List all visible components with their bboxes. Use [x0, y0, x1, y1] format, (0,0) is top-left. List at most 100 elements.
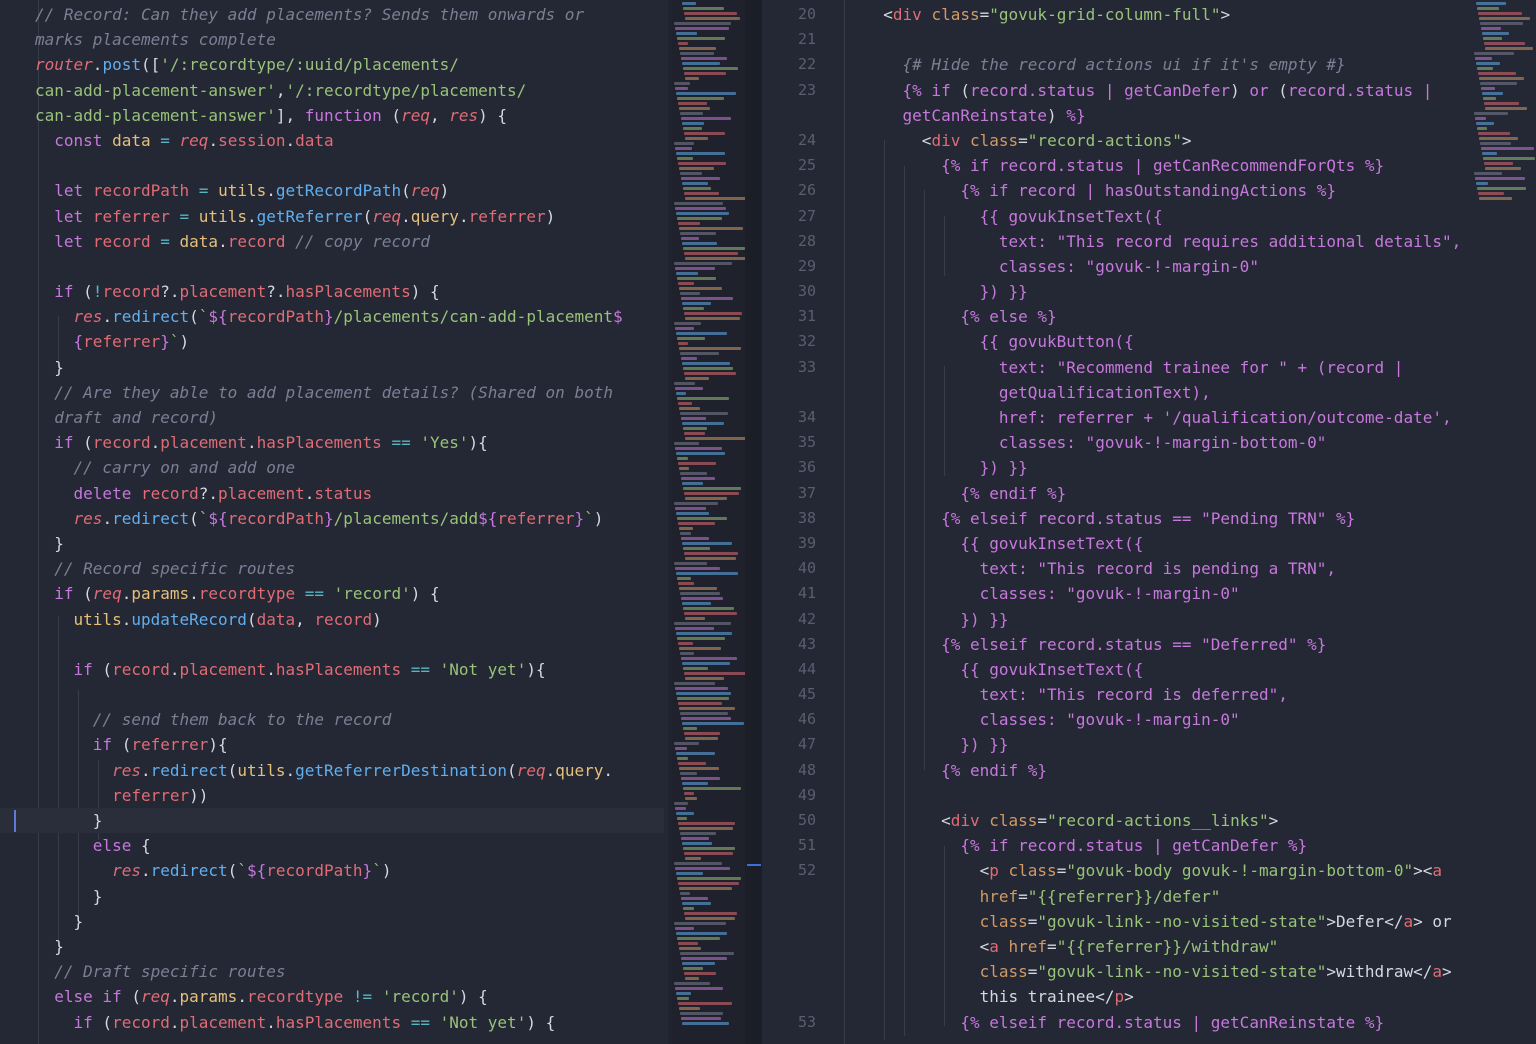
code-line[interactable]: href="{{referrer}}/defer" [762, 884, 1536, 909]
code-line[interactable]: 20 <div class="govuk-grid-column-full"> [762, 2, 1536, 27]
code-line[interactable]: 39 {{ govukInsetText({ [762, 531, 1536, 556]
code-line[interactable]: 33 text: "Recommend trainee for " + (rec… [762, 355, 1536, 380]
code-line[interactable] [0, 632, 668, 657]
minimap-line [1484, 42, 1525, 45]
minimap-line [685, 977, 699, 980]
code-line[interactable]: 45 text: "This record is deferred", [762, 682, 1536, 707]
code-line[interactable]: class="govuk-link--no-visited-state">wit… [762, 959, 1536, 984]
code-line[interactable]: res.redirect(`${recordPath}`) [0, 858, 668, 883]
code-line[interactable]: } [0, 934, 668, 959]
code-line[interactable]: 36 }) }} [762, 455, 1536, 480]
code-line[interactable]: 48 {% endif %} [762, 758, 1536, 783]
code-line[interactable]: // Record specific routes [0, 556, 668, 581]
code-line[interactable]: router.post(['/:recordtype/:uuid/placeme… [0, 52, 668, 77]
code-line[interactable]: 25 {% if record.status | getCanRecommend… [762, 153, 1536, 178]
code-line[interactable]: else if (req.params.recordtype != 'recor… [0, 984, 668, 1009]
code-line[interactable]: can-add-placement-answer','/:recordtype/… [0, 78, 668, 103]
code-lines-right[interactable]: 20 <div class="govuk-grid-column-full"> 2… [762, 2, 1536, 1035]
code-line[interactable]: draft and record) [0, 405, 668, 430]
code-line[interactable]: marks placements complete [0, 27, 668, 52]
code-line[interactable]: // send them back to the record [0, 707, 668, 732]
code-line[interactable]: 24 <div class="record-actions"> [762, 128, 1536, 153]
code-line[interactable]: class="govuk-link--no-visited-state">Def… [762, 909, 1536, 934]
minimap-line [684, 732, 720, 735]
code-line[interactable]: 49 [762, 783, 1536, 808]
code-line[interactable]: 50 <div class="record-actions__links"> [762, 808, 1536, 833]
code-line[interactable]: else { [0, 833, 668, 858]
code-line[interactable]: res.redirect(`${recordPath}/placements/a… [0, 506, 668, 531]
code-token: class [969, 130, 1019, 150]
code-line[interactable]: delete record?.placement.status [0, 481, 668, 506]
code-line[interactable]: 23 {% if (record.status | getCanDefer) o… [762, 78, 1536, 103]
code-line[interactable]: if (req.params.recordtype == 'record') { [0, 581, 668, 606]
code-line[interactable]: 51 {% if record.status | getCanDefer %} [762, 833, 1536, 858]
code-line[interactable]: 40 text: "This record is pending a TRN", [762, 556, 1536, 581]
code-line[interactable]: 27 {{ govukInsetText({ [762, 204, 1536, 229]
code-line[interactable]: <a href="{{referrer}}/withdraw" [762, 934, 1536, 959]
code-line[interactable]: 46 classes: "govuk-!-margin-0" [762, 707, 1536, 732]
code-line[interactable]: 34 href: referrer + '/qualification/outc… [762, 405, 1536, 430]
code-line[interactable]: utils.updateRecord(data, record) [0, 607, 668, 632]
code-line[interactable]: // Record: Can they add placements? Send… [0, 2, 668, 27]
code-line[interactable]: let recordPath = utils.getRecordPath(req… [0, 178, 668, 203]
minimap-line [681, 297, 733, 300]
editor-pane-right[interactable]: 20 <div class="govuk-grid-column-full"> 2… [762, 0, 1536, 1044]
code-line[interactable]: this trainee</p> [762, 984, 1536, 1009]
code-line[interactable]: } [0, 531, 668, 556]
code-line[interactable]: // carry on and add one [0, 455, 668, 480]
code-line[interactable]: if (record.placement.hasPlacements == 'Y… [0, 430, 668, 455]
code-line[interactable]: 41 classes: "govuk-!-margin-0" [762, 581, 1536, 606]
code-line[interactable]: referrer)) [0, 783, 668, 808]
code-line[interactable]: } [0, 884, 668, 909]
code-line[interactable]: 30 }) }} [762, 279, 1536, 304]
minimap-line [684, 852, 733, 855]
code-line[interactable]: } [0, 355, 668, 380]
minimap-line [684, 72, 726, 75]
code-line[interactable] [0, 682, 668, 707]
code-line[interactable]: 22 {# Hide the record actions ui if it's… [762, 52, 1536, 77]
code-line[interactable] [0, 153, 668, 178]
code-line[interactable]: 38 {% elseif record.status == "Pending T… [762, 506, 1536, 531]
code-line[interactable]: res.redirect(`${recordPath}/placements/c… [0, 304, 668, 329]
code-lines-left[interactable]: // Record: Can they add placements? Send… [0, 2, 668, 1035]
code-line[interactable]: 31 {% else %} [762, 304, 1536, 329]
code-line[interactable]: } [0, 808, 668, 833]
code-line[interactable]: 26 {% if record | hasOutstandingActions … [762, 178, 1536, 203]
code-line[interactable]: // Are they able to add placement detail… [0, 380, 668, 405]
code-line[interactable]: 32 {{ govukButton({ [762, 329, 1536, 354]
code-token: ) [439, 181, 450, 201]
code-line[interactable]: 35 classes: "govuk-!-margin-bottom-0" [762, 430, 1536, 455]
code-line[interactable]: let record = data.record // copy record [0, 229, 668, 254]
code-line[interactable]: if (record.placement.hasPlacements == 'N… [0, 1010, 668, 1035]
code-line[interactable]: 29 classes: "govuk-!-margin-0" [762, 254, 1536, 279]
scrollbar-left[interactable] [745, 0, 762, 1044]
code-line[interactable]: if (!record?.placement?.hasPlacements) { [0, 279, 668, 304]
code-line[interactable]: 47 }) }} [762, 732, 1536, 757]
code-line[interactable]: {referrer}`) [0, 329, 668, 354]
code-line[interactable]: const data = req.session.data [0, 128, 668, 153]
code-line[interactable]: 43 {% elseif record.status == "Deferred"… [762, 632, 1536, 657]
code-line[interactable]: 37 {% endif %} [762, 481, 1536, 506]
code-line[interactable]: 52 <p class="govuk-body govuk-!-margin-b… [762, 858, 1536, 883]
code-line[interactable]: getCanReinstate) %} [762, 103, 1536, 128]
code-line[interactable]: can-add-placement-answer'], function (re… [0, 103, 668, 128]
code-line[interactable] [0, 254, 668, 279]
code-line[interactable]: getQualificationText), [762, 380, 1536, 405]
minimap-left[interactable] [672, 0, 745, 1044]
code-token: 'record' [381, 987, 459, 1007]
code-line[interactable]: 21 [762, 27, 1536, 52]
minimap-line [684, 972, 716, 975]
code-line[interactable]: res.redirect(utils.getReferrerDestinatio… [0, 758, 668, 783]
code-line[interactable]: 28 text: "This record requires additiona… [762, 229, 1536, 254]
code-line[interactable]: if (record.placement.hasPlacements == 'N… [0, 657, 668, 682]
code-line[interactable]: } [0, 909, 668, 934]
code-line[interactable]: 53 {% elseif record.status | getCanReins… [762, 1010, 1536, 1035]
minimap-right[interactable] [1472, 0, 1536, 1044]
editor-pane-left[interactable]: // Record: Can they add placements? Send… [0, 0, 668, 1044]
code-line[interactable]: if (referrer){ [0, 732, 668, 757]
code-line[interactable]: 44 {{ govukInsetText({ [762, 657, 1536, 682]
code-line[interactable]: // Draft specific routes [0, 959, 668, 984]
code-line[interactable]: 42 }) }} [762, 607, 1536, 632]
code-line[interactable]: let referrer = utils.getReferrer(req.que… [0, 204, 668, 229]
